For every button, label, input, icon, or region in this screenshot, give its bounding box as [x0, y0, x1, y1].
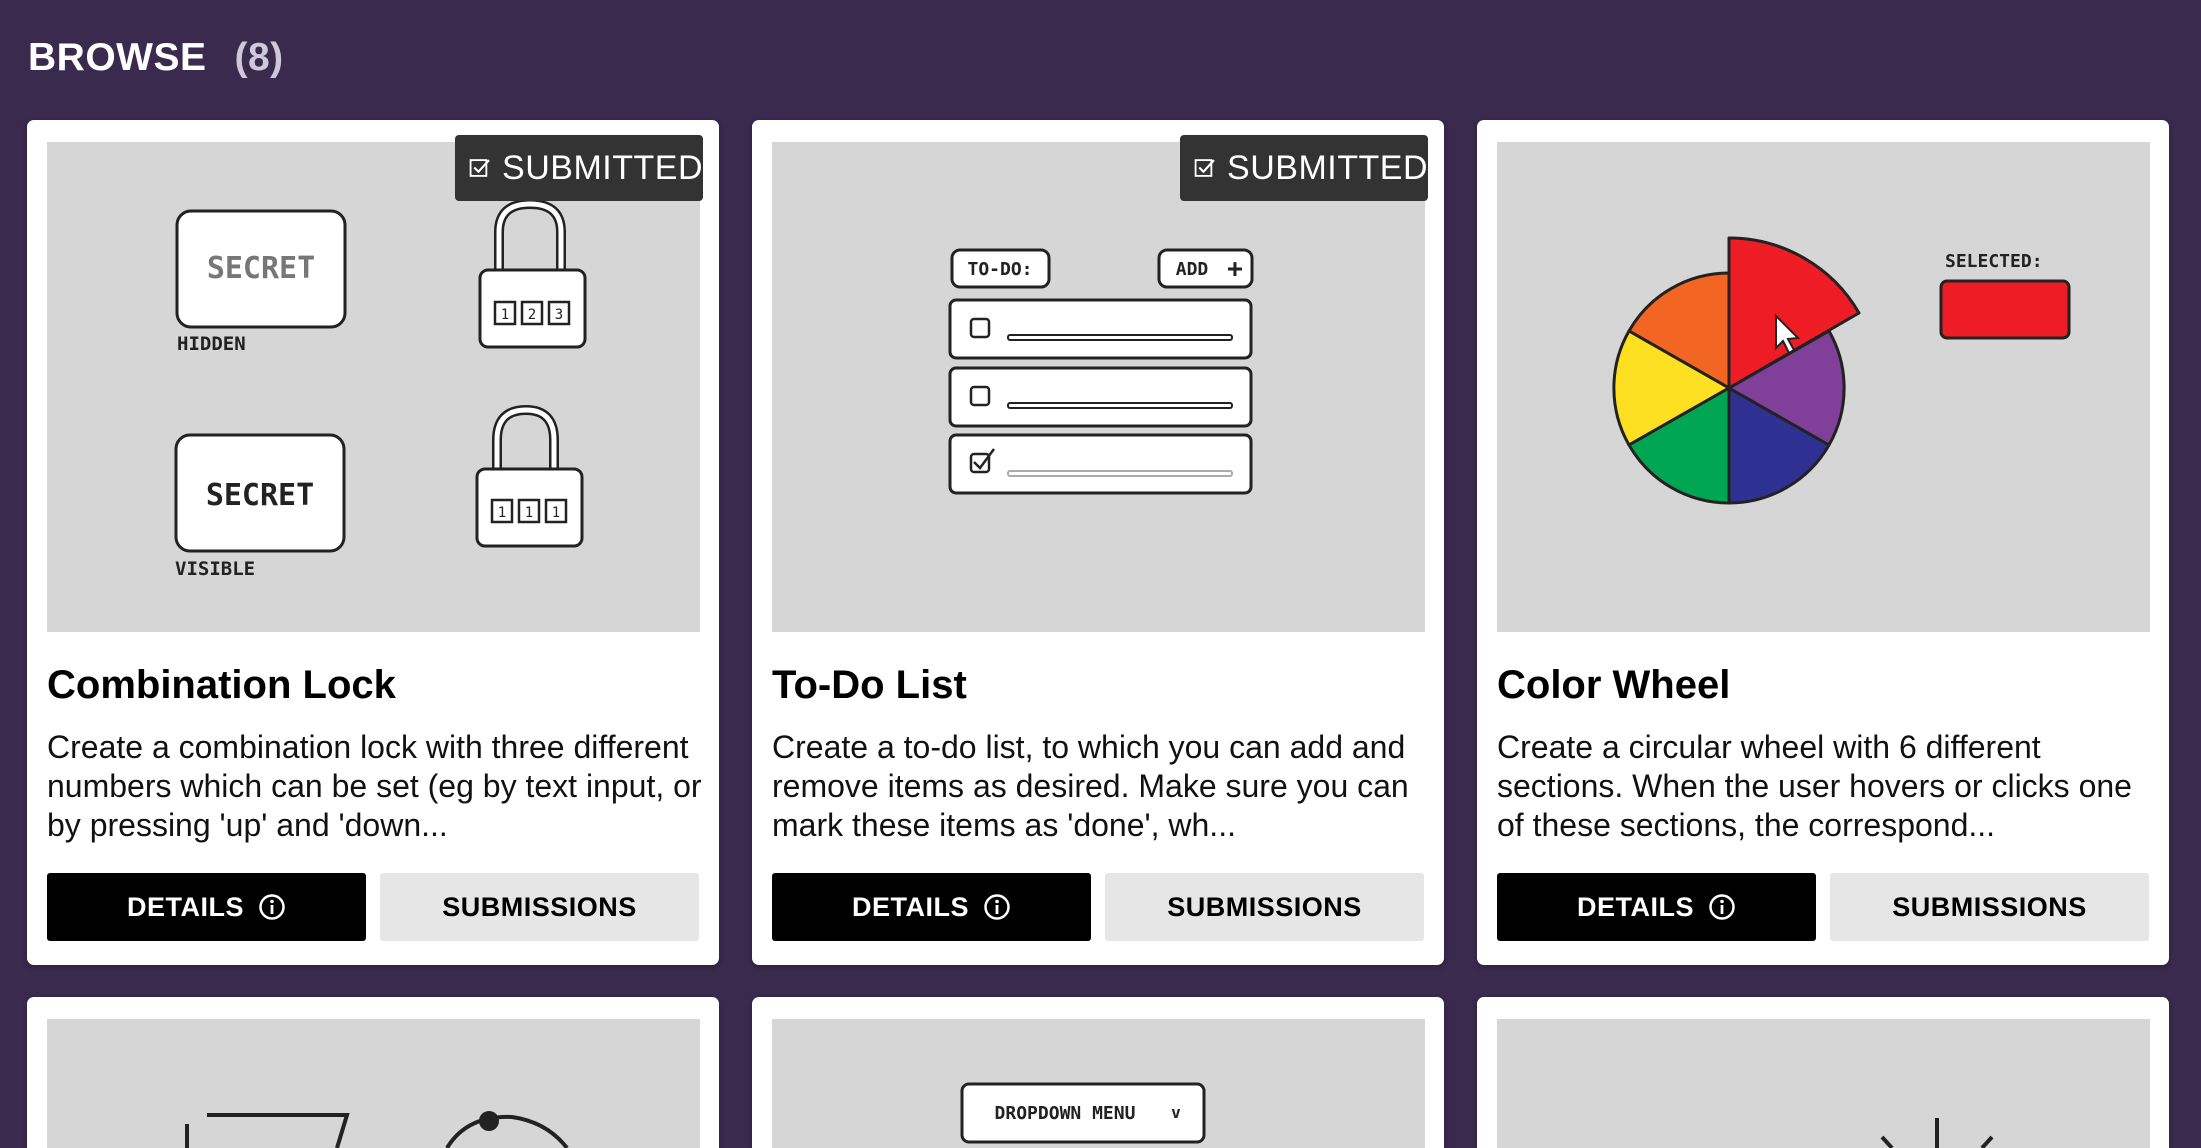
details-label: DETAILS [127, 891, 244, 922]
submissions-button[interactable]: SUBMISSIONS [380, 873, 699, 941]
submissions-button[interactable]: SUBMISSIONS [1830, 873, 2149, 941]
submitted-label: SUBMITTED [502, 148, 703, 187]
add-label: ADD [1176, 259, 1209, 280]
card-description: Create a to-do list, to which you can ad… [772, 729, 1409, 843]
selected-label: SELECTED: [1945, 251, 2043, 272]
locked-padlock-icon: 1 2 3 [478, 198, 587, 349]
browse-title: BROWSE [28, 36, 207, 79]
card-illustration [185, 1111, 569, 1148]
challenge-card: TO-DO: ADD + SUBMITTED To-Do List Create… [752, 120, 1444, 965]
chevron-down-icon: v [1171, 1103, 1181, 1122]
checkbox-checked-icon [469, 159, 490, 177]
lock-digit: 3 [555, 307, 563, 323]
submitted-badge: SUBMITTED [455, 135, 703, 201]
details-label: DETAILS [1577, 891, 1694, 922]
submitted-badge: SUBMITTED [1180, 135, 1428, 201]
browse-header: BROWSE (8) [28, 36, 284, 80]
submitted-label: SUBMITTED [1227, 148, 1428, 187]
challenge-card: SECRET HIDDEN SECRET VISIBLE 1 2 3 1 1 1… [27, 120, 719, 965]
todo-list-illustration: TO-DO: ADD + [948, 248, 1254, 495]
card-title: To-Do List [772, 663, 967, 707]
challenge-card [1477, 997, 2169, 1148]
info-icon [984, 894, 1010, 920]
selected-color-swatch [1939, 279, 2071, 340]
checkbox-checked-icon [1194, 159, 1215, 177]
details-button[interactable]: DETAILS [1497, 873, 1816, 941]
dropdown-menu-label: DROPDOWN MENU [995, 1103, 1136, 1124]
card-title: Combination Lock [47, 663, 396, 707]
hidden-label: HIDDEN [177, 333, 246, 355]
card-title: Color Wheel [1497, 663, 1731, 707]
browse-count: (8) [234, 36, 284, 79]
card-description: Create a combination lock with three dif… [47, 729, 702, 843]
card-illustration [1880, 1118, 1994, 1148]
card-description: Create a circular wheel with 6 different… [1497, 729, 2132, 843]
lock-digit: 2 [528, 307, 536, 323]
lock-digit: 1 [498, 505, 506, 521]
combination-lock-illustration: SECRET HIDDEN SECRET VISIBLE 1 2 3 1 1 1 [174, 198, 587, 580]
secret-visible-text: SECRET [206, 478, 314, 513]
challenge-card [27, 997, 719, 1148]
card-thumbnail: TO-DO: ADD + [772, 142, 1425, 632]
details-button[interactable]: DETAILS [772, 873, 1091, 941]
dropdown-illustration: DROPDOWN MENU v [960, 1082, 1206, 1144]
card-thumbnail: SECRET HIDDEN SECRET VISIBLE 1 2 3 1 1 1 [47, 142, 700, 632]
submissions-button[interactable]: SUBMISSIONS [1105, 873, 1424, 941]
secret-hidden-text: SECRET [207, 251, 315, 286]
info-icon [259, 894, 285, 920]
color-wheel-illustration: SELECTED: [1612, 236, 2071, 505]
card-thumbnail: SELECTED: [1497, 142, 2150, 632]
card-thumbnail [47, 1019, 700, 1148]
details-button[interactable]: DETAILS [47, 873, 366, 941]
lock-digit: 1 [552, 505, 560, 521]
card-thumbnail: DROPDOWN MENU v [772, 1019, 1425, 1148]
info-icon [1709, 894, 1735, 920]
challenge-card: DROPDOWN MENU v [752, 997, 1444, 1148]
lock-digit: 1 [501, 307, 509, 323]
visible-label: VISIBLE [175, 558, 255, 580]
details-label: DETAILS [852, 891, 969, 922]
unlocked-padlock-icon: 1 1 1 [475, 404, 584, 548]
card-thumbnail [1497, 1019, 2150, 1148]
challenge-card: SELECTED: Color Wheel Create a circular … [1477, 120, 2169, 965]
lock-digit: 1 [525, 505, 533, 521]
todo-label: TO-DO: [967, 259, 1032, 280]
add-plus-icon: + [1227, 254, 1243, 284]
